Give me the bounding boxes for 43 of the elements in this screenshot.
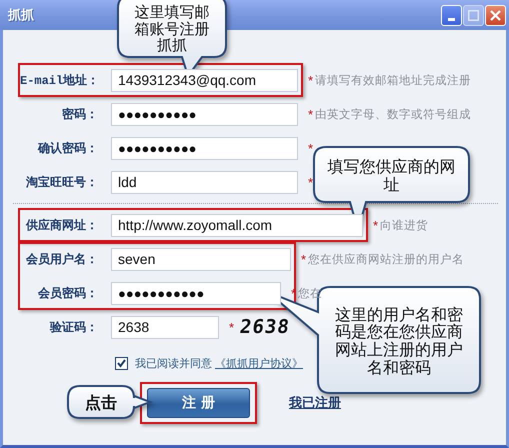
close-button[interactable] <box>485 4 506 26</box>
required-mark: * <box>308 140 314 156</box>
input-field[interactable]: 2638 <box>111 316 219 338</box>
maximize-icon <box>468 10 479 20</box>
window-title: 抓抓 <box>8 6 34 24</box>
close-icon <box>490 10 501 20</box>
required-mark: * <box>308 72 314 88</box>
field-label: 淘宝旺旺号： <box>25 174 98 190</box>
captcha-image: 2638 <box>238 316 292 338</box>
field-label: 密码： <box>61 106 98 122</box>
input-field[interactable]: ●●●●●●●●●● <box>111 102 298 126</box>
field-label: 会员用户名： <box>25 250 98 268</box>
field-label: 验证码： <box>48 318 98 336</box>
callout-text: 这里填写邮箱账号注册抓抓 <box>134 4 210 54</box>
callout-text: 填写您供应商的网址 <box>326 158 456 194</box>
register-button[interactable]: 注 册 <box>147 388 250 418</box>
field-hint: 请填写有效邮箱地址完成注册 <box>315 73 472 88</box>
field-hint: 您在供应商网站注册的用户名 <box>308 252 464 266</box>
input-field[interactable]: ●●●●●●●●●● <box>111 136 298 160</box>
input-field[interactable]: seven <box>111 248 291 270</box>
input-field[interactable]: http://www.zoyomall.com <box>111 214 363 236</box>
required-mark: * <box>373 218 378 232</box>
field-hint: 由英文字母、数字或符号组成 <box>315 107 472 122</box>
callout-text: 这里的用户名和密码是您在您供应商网站上注册的用户名和密码 <box>334 306 464 376</box>
required-mark: * <box>308 174 314 190</box>
required-mark: * <box>308 106 314 122</box>
field-label: E-mail地址： <box>20 72 98 88</box>
agreement-link[interactable]: 《抓抓用户协议》 <box>215 356 303 370</box>
field-label: 会员密码： <box>37 284 98 302</box>
required-mark: * <box>301 252 306 266</box>
required-mark: * <box>229 320 234 334</box>
field-hint: 向谁进货 <box>380 218 428 232</box>
field-label: 供应商网址： <box>24 216 98 234</box>
input-field[interactable]: ●●●●●●●●●●● <box>111 282 281 304</box>
callout-text: 点击 <box>84 394 118 412</box>
agreement-text: 我已阅读并同意 <box>135 356 212 370</box>
field-label: 确认密码： <box>36 140 98 156</box>
input-field[interactable]: 1439312343@qq.com <box>111 68 298 92</box>
login-link[interactable]: 我已注册 <box>289 394 341 412</box>
input-field[interactable]: ldd <box>111 170 298 194</box>
minimize-button[interactable] <box>441 4 462 26</box>
checkbox[interactable] <box>115 356 128 370</box>
minimize-icon <box>448 18 455 20</box>
